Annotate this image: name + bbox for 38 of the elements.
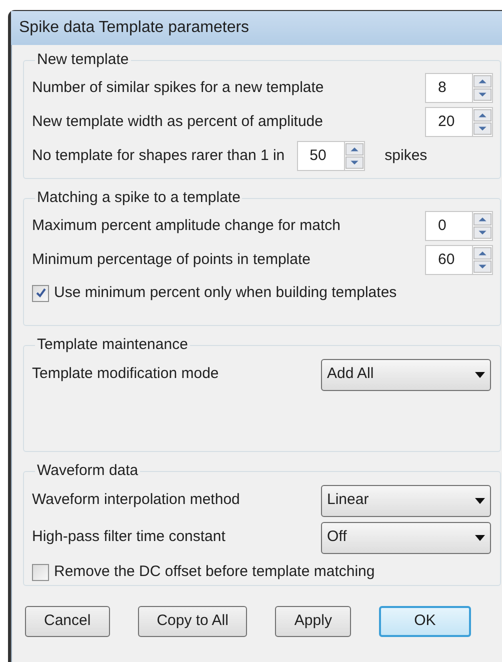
dialog-button[interactable]: Cancel bbox=[25, 606, 110, 637]
group-title: Template maintenance bbox=[35, 336, 190, 354]
dialog-button[interactable]: Copy to All bbox=[138, 606, 248, 637]
field-label: Number of similar spikes for a new template bbox=[32, 78, 325, 98]
spin-arrows-icon[interactable] bbox=[472, 246, 492, 274]
dropdown-arrow-icon bbox=[475, 498, 485, 504]
group-title: Matching a spike to a template bbox=[35, 189, 242, 207]
dialog-button[interactable]: Apply bbox=[275, 606, 351, 637]
checkmark-icon bbox=[34, 287, 46, 299]
spin-field[interactable]: 8 bbox=[425, 73, 493, 103]
checkbox[interactable] bbox=[32, 284, 49, 302]
group-title: New template bbox=[35, 51, 131, 69]
checkbox-label: Remove the DC offset before template matching bbox=[54, 562, 375, 582]
dialog-button[interactable]: OK bbox=[378, 606, 471, 637]
field-label: No template for shapes rarer than 1 in bbox=[32, 146, 285, 166]
spin-arrows-icon[interactable] bbox=[472, 108, 492, 136]
field-label: High-pass filter time constant bbox=[32, 527, 226, 548]
field-label: Maximum percent amplitude change for match bbox=[32, 216, 342, 236]
dropdown[interactable]: Linear bbox=[321, 484, 491, 516]
spin-field[interactable]: 20 bbox=[425, 107, 493, 137]
spin-field[interactable]: 50 bbox=[296, 141, 365, 171]
window-title: Spike data Template parameters bbox=[19, 18, 250, 38]
field-label: Template modification mode bbox=[32, 364, 220, 384]
field-label: Minimum percentage of points in template bbox=[32, 250, 312, 270]
unit-label: spikes bbox=[384, 146, 428, 166]
spin-arrows-icon[interactable] bbox=[472, 212, 492, 240]
spin-arrows-icon[interactable] bbox=[344, 142, 364, 170]
dropdown-arrow-icon bbox=[475, 534, 485, 540]
field-label: New template width as percent of amplitude bbox=[32, 112, 324, 132]
dropdown-arrow-icon bbox=[475, 372, 485, 378]
dropdown[interactable]: Off bbox=[321, 522, 491, 554]
spin-arrows-icon[interactable] bbox=[472, 74, 492, 102]
spin-field[interactable]: 0 bbox=[425, 211, 493, 241]
field-label: Waveform interpolation method bbox=[32, 490, 241, 510]
checkbox-label: Use minimum percent only when building templates bbox=[54, 282, 397, 303]
dropdown[interactable]: Add All bbox=[321, 358, 491, 390]
checkbox[interactable] bbox=[32, 564, 49, 580]
spin-field[interactable]: 60 bbox=[425, 245, 493, 275]
